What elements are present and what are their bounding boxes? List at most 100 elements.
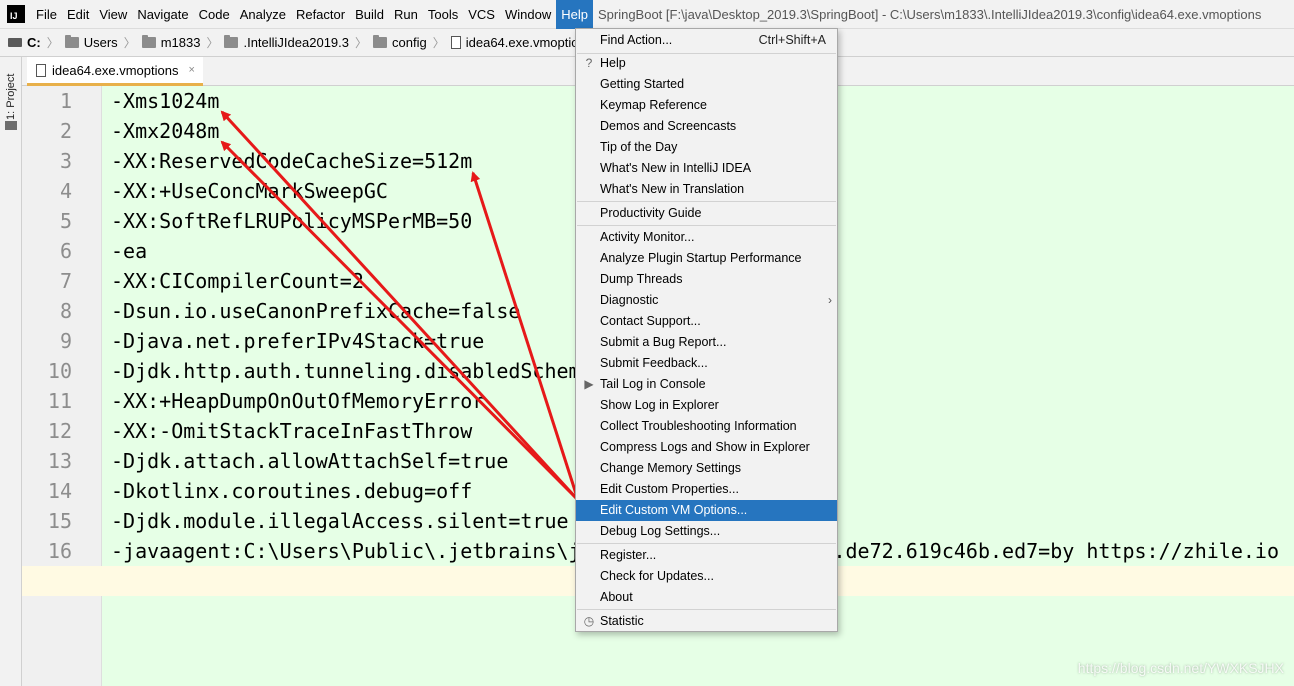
menu-item-submit-bug[interactable]: Submit a Bug Report...: [576, 332, 837, 353]
line-number: 14: [47, 479, 72, 503]
code-line[interactable]: -Xmx2048m: [111, 116, 219, 146]
menu-file[interactable]: File: [31, 0, 62, 29]
menu-tools[interactable]: Tools: [423, 0, 463, 29]
breadcrumb-item-intellijidea[interactable]: .IntelliJIdea2019.3: [224, 35, 349, 50]
drive-icon: [8, 38, 22, 47]
menu-item-collect-troubleshooting[interactable]: Collect Troubleshooting Information: [576, 416, 837, 437]
line-number: 10: [47, 359, 72, 383]
breadcrumb-item-config[interactable]: config: [373, 35, 427, 50]
code-line[interactable]: -XX:-OmitStackTraceInFastThrow: [111, 416, 472, 446]
folder-icon: [141, 35, 156, 48]
code-line[interactable]: -ea: [111, 236, 147, 266]
code-line[interactable]: -XX:+UseConcMarkSweepGC: [111, 176, 388, 206]
menu-item-contact-support[interactable]: Contact Support...: [576, 311, 837, 332]
line-number: 6: [59, 239, 72, 263]
line-number: 4: [59, 179, 72, 203]
code-line[interactable]: -Djava.net.preferIPv4Stack=true: [111, 326, 484, 356]
folder-icon: [5, 121, 17, 130]
breadcrumb-item-file[interactable]: idea64.exe.vmoptions: [450, 35, 593, 50]
menu-item-edit-custom-vm-options[interactable]: Edit Custom VM Options...: [576, 500, 837, 521]
breadcrumb-separator: 〉: [46, 36, 59, 50]
menu-item-label: Tail Log in Console: [600, 377, 706, 391]
line-number: 5: [59, 209, 72, 233]
code-line[interactable]: -XX:CICompilerCount=2: [111, 266, 364, 296]
menu-run[interactable]: Run: [389, 0, 423, 29]
menu-item-show-log[interactable]: Show Log in Explorer: [576, 395, 837, 416]
menu-view[interactable]: View: [94, 0, 132, 29]
code-line[interactable]: -Xms1024m: [111, 86, 219, 116]
menu-item-submit-feedback[interactable]: Submit Feedback...: [576, 353, 837, 374]
menu-edit[interactable]: Edit: [62, 0, 94, 29]
code-line[interactable]: -XX:ReservedCodeCacheSize=512m: [111, 146, 472, 176]
menu-item-whats-new-translation[interactable]: What's New in Translation: [576, 179, 837, 200]
editor-tab[interactable]: idea64.exe.vmoptions ×: [27, 57, 203, 86]
menu-window[interactable]: Window: [500, 0, 556, 29]
code-line[interactable]: -XX:+HeapDumpOnOutOfMemoryError: [111, 386, 484, 416]
line-number: 3: [59, 149, 72, 173]
menu-item-about[interactable]: About: [576, 587, 837, 608]
file-icon: [36, 63, 46, 77]
menu-item-productivity-guide[interactable]: Productivity Guide: [576, 203, 837, 224]
menu-analyze[interactable]: Analyze: [235, 0, 291, 29]
line-number-gutter: 1234567891011121314151617: [22, 86, 102, 686]
menu-item-change-memory[interactable]: Change Memory Settings: [576, 458, 837, 479]
menu-item-tail-log[interactable]: ▶ Tail Log in Console: [576, 374, 837, 395]
menu-item-keymap-reference[interactable]: Keymap Reference: [576, 95, 837, 116]
breadcrumb-item-drive[interactable]: C:: [8, 35, 41, 50]
menu-item-tip-of-day[interactable]: Tip of the Day: [576, 137, 837, 158]
menu-item-debug-log-settings[interactable]: Debug Log Settings...: [576, 521, 837, 542]
code-line[interactable]: -Dsun.io.useCanonPrefixCache=false: [111, 296, 520, 326]
breadcrumb-separator: 〉: [432, 36, 445, 50]
file-icon: [450, 36, 461, 49]
menu-separator: [577, 201, 836, 202]
line-number: 11: [47, 389, 72, 413]
menu-help[interactable]: Help: [556, 0, 593, 29]
menu-refactor[interactable]: Refactor: [291, 0, 350, 29]
menu-item-find-action[interactable]: Find Action... Ctrl+Shift+A: [576, 30, 837, 51]
menu-item-label: Find Action...: [600, 33, 673, 47]
line-number: 7: [59, 269, 72, 293]
menu-separator: [577, 225, 836, 226]
menu-item-demos[interactable]: Demos and Screencasts: [576, 116, 837, 137]
code-line[interactable]: -Dkotlinx.coroutines.debug=off: [111, 476, 472, 506]
help-dropdown-menu: Find Action... Ctrl+Shift+A ? Help Getti…: [575, 28, 838, 632]
menu-item-dump-threads[interactable]: Dump Threads: [576, 269, 837, 290]
code-line[interactable]: -Djdk.attach.allowAttachSelf=true: [111, 446, 508, 476]
menu-item-compress-logs[interactable]: Compress Logs and Show in Explorer: [576, 437, 837, 458]
menu-item-edit-custom-properties[interactable]: Edit Custom Properties...: [576, 479, 837, 500]
menu-item-diagnostic[interactable]: Diagnostic ›: [576, 290, 837, 311]
breadcrumb-label: Users: [83, 35, 118, 50]
menu-item-statistic[interactable]: ◷ Statistic: [576, 611, 837, 632]
code-line[interactable]: -XX:SoftRefLRUPolicyMSPerMB=50: [111, 206, 472, 236]
project-tool-button[interactable]: 1: Project: [3, 67, 19, 127]
question-icon: ?: [585, 56, 593, 70]
breadcrumb-item-users[interactable]: Users: [64, 35, 118, 50]
menu-code[interactable]: Code: [194, 0, 235, 29]
menu-vcs[interactable]: VCS: [463, 0, 500, 29]
menu-item-getting-started[interactable]: Getting Started: [576, 74, 837, 95]
window-title: SpringBoot [F:\java\Desktop_2019.3\Sprin…: [597, 6, 1262, 22]
menu-item-label: Diagnostic: [600, 293, 659, 307]
watermark: https://blog.csdn.net/YWXKSJHX: [1077, 660, 1284, 676]
menu-item-analyze-plugin[interactable]: Analyze Plugin Startup Performance: [576, 248, 837, 269]
chevron-right-icon: ›: [828, 293, 832, 307]
menu-item-whats-new-idea[interactable]: What's New in IntelliJ IDEA: [576, 158, 837, 179]
code-line[interactable]: -Djdk.http.auth.tunneling.disabledScheme…: [111, 356, 641, 386]
breadcrumb-separator: 〉: [355, 36, 368, 50]
play-icon: ▶: [584, 377, 594, 391]
line-number: 8: [59, 299, 72, 323]
editor-tab-label: idea64.exe.vmoptions: [52, 62, 179, 78]
breadcrumb-item-m1833[interactable]: m1833: [141, 35, 200, 50]
menu-build[interactable]: Build: [350, 0, 389, 29]
menu-item-activity-monitor[interactable]: Activity Monitor...: [576, 227, 837, 248]
menu-item-check-updates[interactable]: Check for Updates...: [576, 566, 837, 587]
menu-navigate[interactable]: Navigate: [132, 0, 193, 29]
breadcrumb-label: idea64.exe.vmoptions: [465, 35, 593, 50]
menu-item-label: Help: [600, 56, 626, 70]
close-icon[interactable]: ×: [188, 64, 194, 76]
menu-item-register[interactable]: Register...: [576, 545, 837, 566]
folder-icon: [64, 35, 79, 48]
menu-item-help[interactable]: ? Help: [576, 53, 837, 74]
code-line[interactable]: -Djdk.module.illegalAccess.silent=true: [111, 506, 569, 536]
line-number: 13: [47, 449, 72, 473]
